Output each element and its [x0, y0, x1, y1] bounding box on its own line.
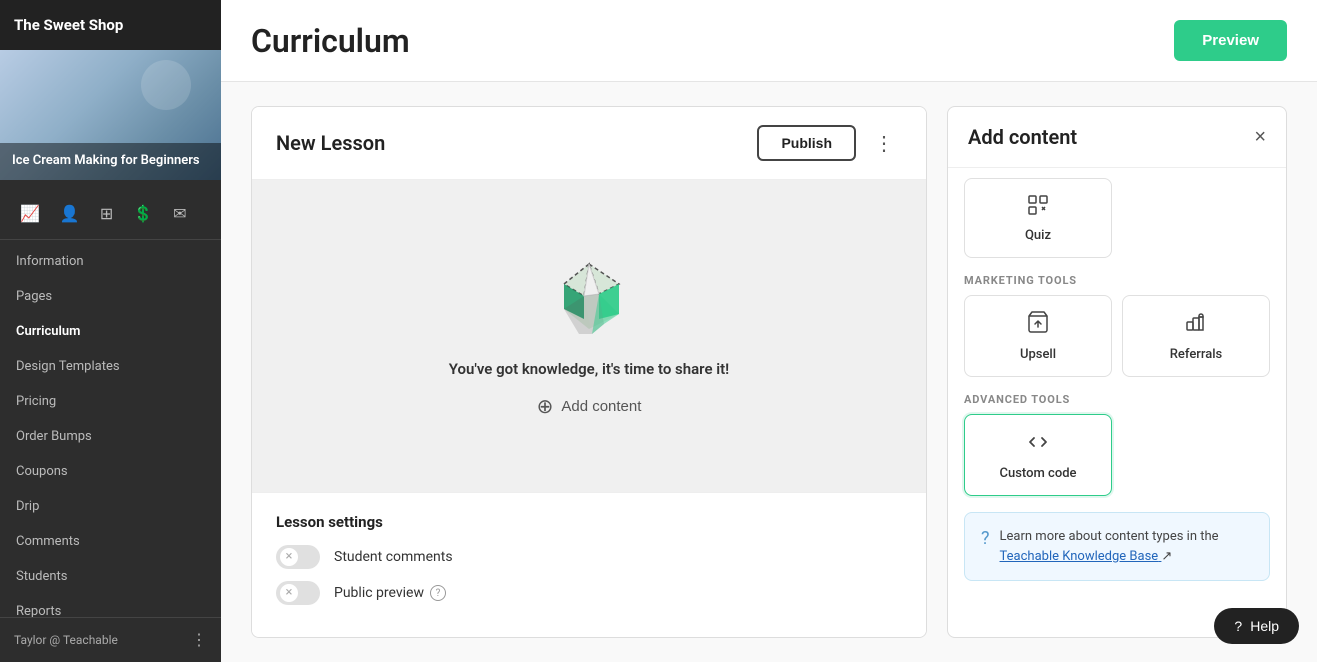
- empty-state-text: You've got knowledge, it's time to share…: [449, 360, 729, 378]
- referrals-label: Referrals: [1170, 347, 1223, 362]
- custom-code-card[interactable]: Custom code: [964, 414, 1112, 496]
- public-preview-label: Public preview ?: [334, 585, 446, 601]
- sidebar-item-analytics[interactable]: 📈: [12, 196, 48, 231]
- help-circle-icon: ?: [1234, 618, 1242, 634]
- sidebar-item-pricing[interactable]: Pricing: [0, 384, 221, 419]
- main-area: Curriculum Preview New Lesson Publish ⋮: [221, 0, 1317, 662]
- student-comments-label: Student comments: [334, 549, 453, 565]
- more-options-button[interactable]: ⋮: [866, 127, 902, 160]
- public-preview-help-icon[interactable]: ?: [430, 585, 446, 601]
- add-content-panel: Add content ×: [947, 106, 1287, 638]
- students-icon: 👤: [60, 204, 80, 223]
- referrals-icon: [1184, 310, 1208, 339]
- plus-circle-icon: ⊕: [537, 394, 554, 419]
- marketing-tools-label: MARKETING TOOLS: [964, 274, 1270, 287]
- student-comments-setting: Student comments: [276, 545, 902, 569]
- sidebar-item-email[interactable]: ✉: [165, 196, 194, 231]
- quiz-grid: Quiz: [964, 178, 1270, 258]
- sidebar-user-menu[interactable]: ⋮: [191, 630, 207, 650]
- public-preview-toggle[interactable]: [276, 581, 320, 605]
- sidebar-item-dashboard[interactable]: ⊞: [92, 196, 121, 231]
- email-icon: ✉: [173, 204, 186, 223]
- lesson-header: New Lesson Publish ⋮: [252, 107, 926, 180]
- marketing-tools-grid: Upsell Referrals: [964, 295, 1270, 377]
- sidebar-course-banner[interactable]: Ice Cream Making for Beginners: [0, 50, 221, 180]
- page-title: Curriculum: [251, 22, 410, 60]
- sidebar-item-reports[interactable]: Reports: [0, 594, 221, 617]
- info-box-text: Learn more about content types in the Te…: [1000, 527, 1253, 566]
- sidebar-item-comments[interactable]: Comments: [0, 524, 221, 559]
- empty-state-illustration: [544, 254, 634, 344]
- sidebar-item-pages[interactable]: Pages: [0, 279, 221, 314]
- sidebar-user: Taylor @ Teachable: [14, 633, 118, 647]
- quiz-card[interactable]: Quiz: [964, 178, 1112, 258]
- custom-code-label: Custom code: [1000, 466, 1077, 481]
- sidebar-item-sales[interactable]: 💲: [125, 196, 161, 231]
- public-preview-setting: Public preview ?: [276, 581, 902, 605]
- upsell-icon: [1026, 310, 1050, 339]
- sidebar-item-students[interactable]: Students: [0, 559, 221, 594]
- advanced-tools-label: ADVANCED TOOLS: [964, 393, 1270, 406]
- main-header: Curriculum Preview: [221, 0, 1317, 82]
- sidebar-item-students-top[interactable]: 👤: [52, 196, 88, 231]
- sidebar-item-coupons[interactable]: Coupons: [0, 454, 221, 489]
- add-content-title: Add content: [968, 125, 1077, 149]
- sidebar-footer: Taylor @ Teachable ⋮: [0, 617, 221, 662]
- quiz-icon: [1026, 193, 1050, 220]
- lesson-settings: Lesson settings Student comments Public …: [252, 492, 926, 637]
- sidebar-course-title: Ice Cream Making for Beginners: [0, 143, 221, 180]
- info-icon: ?: [981, 528, 990, 549]
- upsell-label: Upsell: [1020, 347, 1056, 362]
- advanced-tools-grid: Custom code: [964, 414, 1270, 496]
- custom-code-icon: [1026, 429, 1050, 458]
- info-box: ? Learn more about content types in the …: [964, 512, 1270, 581]
- student-comments-toggle[interactable]: [276, 545, 320, 569]
- add-content-label: Add content: [561, 398, 641, 415]
- sidebar-item-order-bumps[interactable]: Order Bumps: [0, 419, 221, 454]
- knowledge-base-link[interactable]: Teachable Knowledge Base: [1000, 549, 1162, 564]
- close-add-content-button[interactable]: ×: [1254, 126, 1266, 149]
- add-content-header: Add content ×: [948, 107, 1286, 168]
- sidebar-item-drip[interactable]: Drip: [0, 489, 221, 524]
- help-label: Help: [1250, 618, 1279, 634]
- analytics-icon: 📈: [20, 204, 40, 223]
- referrals-card[interactable]: Referrals: [1122, 295, 1270, 377]
- help-button[interactable]: ? Help: [1214, 608, 1299, 644]
- sidebar: The Sweet Shop Ice Cream Making for Begi…: [0, 0, 221, 662]
- lesson-header-actions: Publish ⋮: [757, 125, 902, 161]
- dashboard-icon: ⊞: [100, 204, 113, 223]
- sidebar-brand: The Sweet Shop: [0, 0, 221, 50]
- sidebar-item-curriculum[interactable]: Curriculum: [0, 314, 221, 349]
- sidebar-nav: 📈 👤 ⊞ 💲 ✉ Lesson settings Information Pa…: [0, 180, 221, 617]
- upsell-card[interactable]: Upsell: [964, 295, 1112, 377]
- add-content-body: Quiz MARKETING TOOLS Up: [948, 168, 1286, 637]
- publish-button[interactable]: Publish: [757, 125, 856, 161]
- sidebar-item-design-templates[interactable]: Design Templates: [0, 349, 221, 384]
- quiz-label: Quiz: [1025, 228, 1051, 243]
- sidebar-item-information[interactable]: Lesson settings Information: [0, 244, 221, 279]
- add-content-button[interactable]: ⊕ Add content: [537, 394, 642, 419]
- preview-button[interactable]: Preview: [1174, 20, 1287, 61]
- main-body: New Lesson Publish ⋮: [221, 82, 1317, 662]
- lesson-content-area: You've got knowledge, it's time to share…: [252, 180, 926, 492]
- lesson-title: New Lesson: [276, 131, 385, 155]
- sales-icon: 💲: [133, 204, 153, 223]
- lesson-settings-title: Lesson settings: [276, 513, 902, 531]
- lesson-panel: New Lesson Publish ⋮: [251, 106, 927, 638]
